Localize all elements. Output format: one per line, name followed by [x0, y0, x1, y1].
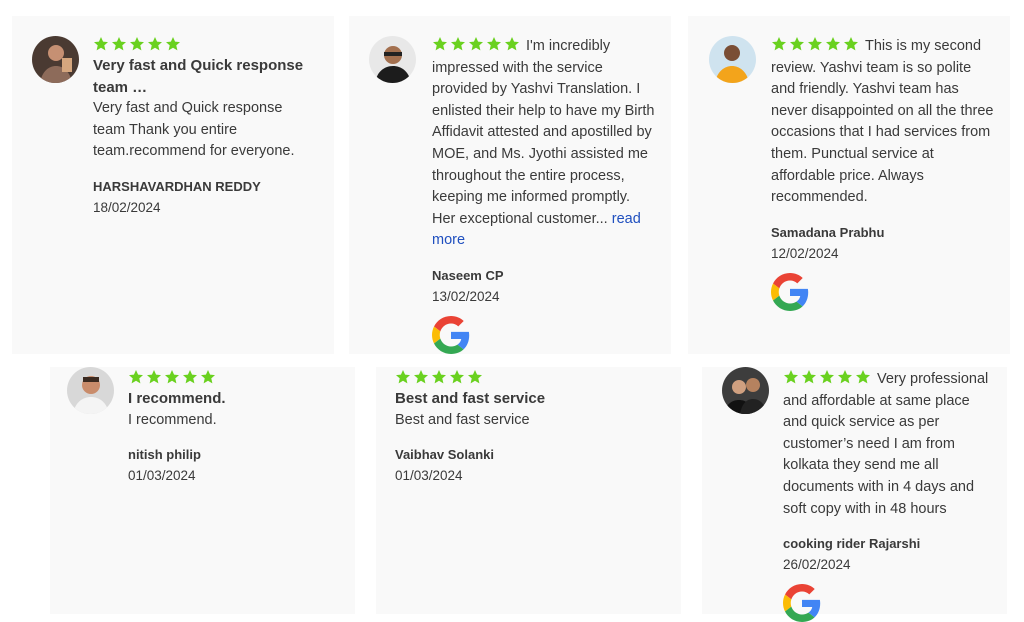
review-card: I'm incredibly impressed with the servic… [349, 16, 671, 354]
review-title: Best and fast service [395, 390, 546, 407]
review-title: Very fast and Quick response team … [93, 57, 304, 96]
rating-stars [783, 369, 871, 385]
reviewer-avatar [722, 367, 769, 414]
review-date: 18/02/2024 [93, 199, 161, 215]
reviewer-name: cooking rider Rajarshi [783, 536, 921, 552]
review-text: I'm incredibly impressed with the servic… [432, 36, 655, 249]
rating-stars [395, 369, 483, 385]
rating-stars [128, 369, 216, 385]
review-date: 13/02/2024 [432, 288, 500, 304]
review-card: I recommend. I recommend. nitish philip … [50, 367, 355, 614]
reviewer-avatar [709, 36, 756, 83]
reviewer-name: Vaibhav Solanki [395, 447, 494, 463]
review-card: This is my second review. Yashvi team is… [688, 16, 1010, 354]
reviewer-name: HARSHAVARDHAN REDDY [93, 178, 261, 194]
reviewer-name: Samadana Prabhu [771, 224, 885, 240]
review-text: Best and fast service [395, 411, 530, 428]
review-card: Best and fast service Best and fast serv… [376, 367, 681, 614]
reviewer-avatar [67, 367, 114, 414]
review-card: Very professional and affordable at same… [702, 367, 1007, 614]
review-title: I recommend. [128, 390, 226, 407]
rating-stars [93, 36, 181, 52]
google-icon [432, 316, 470, 354]
review-card: Very fast and Quick response team … Very… [12, 16, 334, 354]
review-date: 12/02/2024 [771, 245, 839, 261]
reviewer-avatar [369, 36, 416, 83]
review-text: Very professional and affordable at same… [783, 369, 989, 517]
reviewer-avatar [32, 36, 79, 83]
review-text: Very fast and Quick response team Thank … [93, 100, 295, 160]
review-date: 01/03/2024 [128, 468, 196, 484]
review-text: This is my second review. Yashvi team is… [771, 36, 994, 206]
rating-stars [432, 36, 520, 52]
google-icon [783, 584, 821, 622]
rating-stars [771, 36, 859, 52]
reviewer-name: nitish philip [128, 447, 201, 463]
review-text: I recommend. [128, 411, 217, 428]
google-icon [771, 273, 809, 311]
review-date: 26/02/2024 [783, 557, 851, 573]
reviewer-name: Naseem CP [432, 267, 504, 283]
review-date: 01/03/2024 [395, 468, 463, 484]
